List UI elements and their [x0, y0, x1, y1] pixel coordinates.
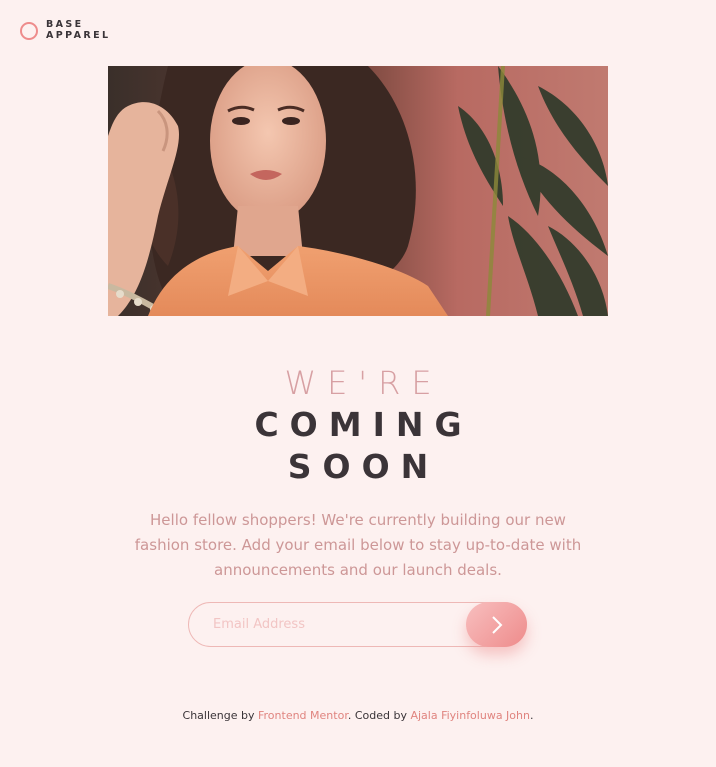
brand-line-2: APPAREL [46, 29, 111, 41]
brand-line-1: BASE [46, 19, 84, 30]
author-link[interactable]: Ajala Fiyinfoluwa John [410, 709, 530, 722]
headline-dark-line-1: COMING [254, 405, 473, 444]
headline-light: WE'RE [284, 364, 443, 402]
subscribe-form [188, 602, 527, 647]
brand-logo[interactable]: BASE APPAREL [20, 19, 111, 41]
headline-dark-line-2: SOON [287, 447, 440, 486]
footer-prefix: Challenge by [182, 709, 258, 722]
attribution-footer: Challenge by Frontend Mentor. Coded by A… [0, 709, 716, 722]
submit-button[interactable] [466, 602, 527, 647]
hero-image [108, 66, 608, 316]
hero-photo-illustration [108, 66, 608, 316]
intro-description: Hello fellow shoppers! We're currently b… [134, 511, 582, 579]
headline: WE'RE COMING SOON [0, 362, 716, 488]
brand-wordmark: BASE APPAREL [46, 19, 111, 41]
footer-middle: . Coded by [347, 709, 411, 722]
frontend-mentor-link[interactable]: Frontend Mentor [258, 709, 348, 722]
logo-ring-icon [20, 21, 38, 40]
footer-suffix: . [529, 709, 534, 722]
chevron-right-icon [491, 615, 502, 634]
